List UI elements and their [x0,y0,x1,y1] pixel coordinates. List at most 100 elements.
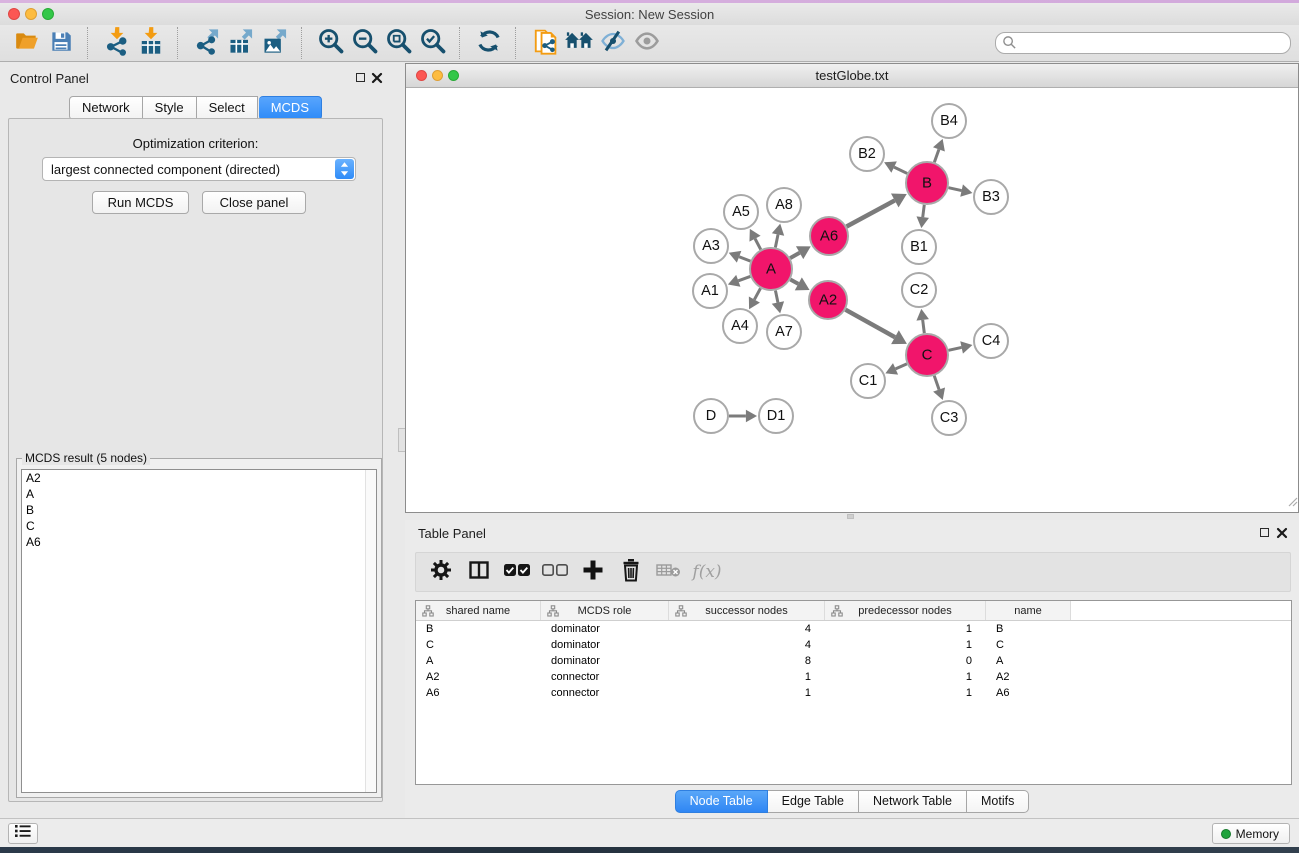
refresh-layout-button[interactable] [472,27,506,59]
edge-B-B2[interactable] [884,161,907,173]
graph-node-B2[interactable]: B2 [850,137,884,171]
tab-motifs[interactable]: Motifs [967,790,1029,813]
result-item[interactable]: A2 [22,470,376,486]
hide-panels-button[interactable] [596,27,630,59]
graph-node-A5[interactable]: A5 [724,195,758,229]
function-builder-button[interactable]: f(x) [692,557,722,587]
zoom-fit-button[interactable] [382,27,416,59]
result-item[interactable]: C [22,518,376,534]
horizontal-splitter-handle[interactable] [847,514,854,519]
split-panel-button[interactable] [464,557,494,587]
close-panel-button[interactable]: Close panel [202,191,306,214]
edge-A-A6[interactable] [790,246,811,259]
edge-B-B3[interactable] [948,184,972,196]
table-row[interactable]: A2connector11A2 [416,669,1291,685]
export-image-button[interactable] [258,27,292,59]
edge-A2-C[interactable] [845,310,906,344]
search-input[interactable] [995,32,1291,54]
network-graph-canvas[interactable]: B4B2BB3A8A5A6A3B1AC2A1A2A4A7C4CC1C3DD1 [406,88,1298,512]
edge-A-A1[interactable] [728,275,750,287]
graph-node-C2[interactable]: C2 [902,273,936,307]
table-close-panel-icon[interactable] [1276,526,1288,538]
column-header-name[interactable]: name [986,601,1071,620]
run-mcds-button[interactable]: Run MCDS [92,191,189,214]
save-session-button[interactable] [44,27,78,59]
import-network-button[interactable] [100,27,134,59]
table-cell[interactable]: B [986,621,1071,637]
delete-table-button[interactable] [654,557,684,587]
edge-A-A4[interactable] [749,288,761,309]
result-item[interactable]: A [22,486,376,502]
column-header-successor-nodes[interactable]: successor nodes [669,601,825,620]
edge-A-A8[interactable] [772,224,784,248]
tab-network[interactable]: Network [69,96,143,120]
export-network-button[interactable] [190,27,224,59]
add-column-button[interactable] [578,557,608,587]
unselect-all-button[interactable] [540,557,570,587]
table-cell[interactable]: 1 [669,669,825,685]
graph-node-A1[interactable]: A1 [693,274,727,308]
graph-node-C3[interactable]: C3 [932,401,966,435]
criterion-dropdown[interactable]: largest connected component (directed) [42,157,356,181]
table-cell[interactable]: C [986,637,1071,653]
tab-style[interactable]: Style [143,96,197,120]
result-list-scrollbar[interactable] [365,470,376,792]
home-layout-button[interactable] [562,27,596,59]
table-cell[interactable]: 8 [669,653,825,669]
table-cell[interactable]: dominator [541,621,669,637]
graph-node-B[interactable]: B [906,162,948,204]
zoom-selected-button[interactable] [416,27,450,59]
table-row[interactable]: A6connector11A6 [416,685,1291,701]
table-float-panel-icon[interactable] [1260,528,1269,537]
tab-mcds[interactable]: MCDS [259,96,322,120]
edge-B-B1[interactable] [916,205,929,228]
column-header-shared-name[interactable]: shared name [416,601,541,620]
edge-C-C1[interactable] [885,363,906,375]
zoom-in-button[interactable] [314,27,348,59]
edge-A-A7[interactable] [772,291,784,314]
new-network-button[interactable] [528,27,562,59]
table-cell[interactable]: C [416,637,541,653]
table-cell[interactable]: dominator [541,637,669,653]
tab-node-table[interactable]: Node Table [675,790,768,813]
table-cell[interactable]: 4 [669,637,825,653]
network-window-titlebar[interactable]: testGlobe.txt [406,64,1298,88]
graph-node-B4[interactable]: B4 [932,104,966,138]
table-cell[interactable]: A2 [416,669,541,685]
table-cell[interactable]: A [986,653,1071,669]
table-cell[interactable]: connector [541,685,669,701]
table-cell[interactable]: 4 [669,621,825,637]
memory-button[interactable]: Memory [1212,823,1290,844]
tab-edge-table[interactable]: Edge Table [768,790,859,813]
edge-A-A2[interactable] [790,277,809,290]
select-all-button[interactable] [502,557,532,587]
graph-node-C[interactable]: C [906,334,948,376]
open-file-button[interactable] [10,27,44,59]
graph-node-A4[interactable]: A4 [723,309,757,343]
edge-C-C3[interactable] [933,376,945,400]
edge-A-A3[interactable] [729,251,751,263]
table-cell[interactable]: B [416,621,541,637]
graph-node-B1[interactable]: B1 [902,230,936,264]
close-panel-icon[interactable] [371,71,383,83]
table-cell[interactable]: connector [541,669,669,685]
table-cell[interactable]: 0 [825,653,986,669]
result-item[interactable]: A6 [22,534,376,550]
table-cell[interactable]: A2 [986,669,1071,685]
table-cell[interactable]: 1 [825,621,986,637]
graph-node-D[interactable]: D [694,399,728,433]
table-row[interactable]: Adominator80A [416,653,1291,669]
column-header-predecessor-nodes[interactable]: predecessor nodes [825,601,986,620]
float-panel-icon[interactable] [356,73,365,82]
tab-network-table[interactable]: Network Table [859,790,967,813]
task-history-button[interactable] [8,823,38,844]
table-row[interactable]: Bdominator41B [416,621,1291,637]
graph-node-A7[interactable]: A7 [767,315,801,349]
graph-node-A[interactable]: A [750,248,792,290]
resize-grip-icon[interactable] [1286,494,1298,512]
zoom-out-button[interactable] [348,27,382,59]
result-item[interactable]: B [22,502,376,518]
edge-A6-B[interactable] [847,193,907,226]
table-cell[interactable]: A [416,653,541,669]
graph-node-C1[interactable]: C1 [851,364,885,398]
